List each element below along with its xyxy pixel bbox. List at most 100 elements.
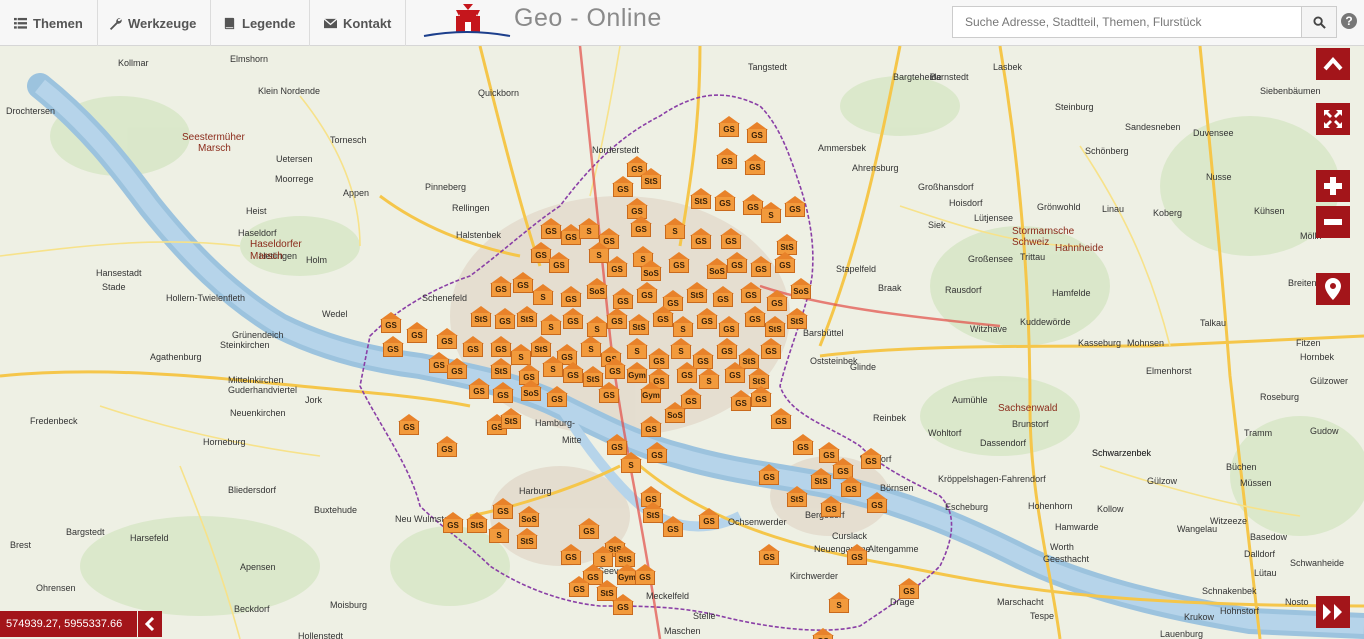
school-marker[interactable]: GS (846, 544, 868, 566)
school-marker[interactable]: StS (786, 308, 808, 330)
school-marker[interactable]: GS (380, 312, 402, 334)
school-marker[interactable]: GS (612, 288, 634, 310)
collapse-coordinates-button[interactable] (138, 611, 162, 637)
school-marker[interactable]: GS (718, 316, 740, 338)
school-marker[interactable]: GS (730, 390, 752, 412)
school-marker[interactable]: GS (598, 382, 620, 404)
school-marker[interactable]: GS (562, 308, 584, 330)
school-marker[interactable]: SoS (790, 278, 812, 300)
nav-legend[interactable]: Legende (209, 0, 311, 46)
nav-tools[interactable]: Werkzeuge (95, 0, 212, 46)
school-marker[interactable]: SoS (520, 380, 542, 402)
school-marker[interactable]: S (620, 452, 642, 474)
school-marker[interactable]: GS (494, 308, 516, 330)
school-marker[interactable]: GS (548, 252, 570, 274)
school-marker[interactable]: GS (406, 322, 428, 344)
school-marker[interactable]: GS (774, 252, 796, 274)
school-marker[interactable]: GS (560, 544, 582, 566)
school-marker[interactable]: GS (436, 328, 458, 350)
school-marker[interactable]: SoS (640, 260, 662, 282)
school-marker[interactable]: StS (764, 316, 786, 338)
school-marker[interactable]: S (510, 344, 532, 366)
school-marker[interactable]: GS (712, 286, 734, 308)
school-marker[interactable]: GS (676, 362, 698, 384)
school-marker[interactable]: GS (724, 362, 746, 384)
school-marker[interactable]: S (580, 336, 602, 358)
school-marker[interactable]: SoS (518, 506, 540, 528)
school-marker[interactable]: GS (840, 476, 862, 498)
school-marker[interactable]: S (578, 218, 600, 240)
school-marker[interactable]: GS (770, 408, 792, 430)
school-marker[interactable]: StS (640, 168, 662, 190)
school-marker[interactable]: GS (716, 338, 738, 360)
school-marker[interactable]: S (540, 314, 562, 336)
collapse-up-button[interactable] (1316, 48, 1350, 80)
expand-panel-button[interactable] (1316, 596, 1350, 628)
school-marker[interactable]: StS (628, 314, 650, 336)
school-marker[interactable]: SoS (586, 278, 608, 300)
map-view[interactable]: Elmshorn Quickborn Tangstedt Bargteheide Las… (0, 46, 1364, 639)
school-marker[interactable]: S (698, 368, 720, 390)
school-marker[interactable]: GS (612, 594, 634, 616)
school-marker[interactable]: GS (758, 464, 780, 486)
school-marker[interactable]: GS (758, 544, 780, 566)
zoom-out-button[interactable] (1316, 206, 1350, 238)
school-marker[interactable]: StS (686, 282, 708, 304)
school-marker[interactable]: GS (612, 176, 634, 198)
school-marker[interactable]: GS (492, 382, 514, 404)
school-marker[interactable]: GS (606, 308, 628, 330)
school-marker[interactable]: StS (786, 486, 808, 508)
school-marker[interactable]: GS (668, 252, 690, 274)
search-button[interactable] (1301, 6, 1337, 38)
school-marker[interactable]: GS (690, 228, 712, 250)
school-marker[interactable]: StS (530, 336, 552, 358)
school-marker[interactable]: S (626, 338, 648, 360)
school-marker[interactable]: StS (470, 306, 492, 328)
school-marker[interactable]: GS (812, 628, 834, 639)
school-marker[interactable]: GS (646, 442, 668, 464)
school-marker[interactable]: S (670, 338, 692, 360)
school-marker[interactable]: GS (766, 290, 788, 312)
school-marker[interactable]: GS (698, 508, 720, 530)
school-marker[interactable]: GS (648, 348, 670, 370)
school-marker[interactable]: S (586, 316, 608, 338)
school-marker[interactable]: GS (792, 434, 814, 456)
school-marker[interactable]: GS (382, 336, 404, 358)
school-marker[interactable]: GS (462, 336, 484, 358)
school-marker[interactable]: GS (820, 496, 842, 518)
school-marker[interactable]: GS (898, 578, 920, 600)
school-marker[interactable]: GS (490, 336, 512, 358)
school-marker[interactable]: GS (750, 386, 772, 408)
school-marker[interactable]: GS (714, 190, 736, 212)
school-marker[interactable]: GS (490, 276, 512, 298)
school-marker[interactable]: GS (860, 448, 882, 470)
school-marker[interactable]: GS (512, 272, 534, 294)
school-marker[interactable]: GS (726, 252, 748, 274)
school-marker[interactable]: S (672, 316, 694, 338)
school-marker[interactable]: S (532, 284, 554, 306)
nav-themes[interactable]: Themen (0, 0, 98, 46)
fullscreen-button[interactable] (1316, 103, 1350, 135)
school-marker[interactable]: GS (562, 362, 584, 384)
search-input[interactable] (952, 6, 1302, 38)
school-marker[interactable]: GS (740, 282, 762, 304)
school-marker[interactable]: GS (446, 358, 468, 380)
school-marker[interactable]: GS (630, 216, 652, 238)
school-marker[interactable]: S (542, 356, 564, 378)
school-marker[interactable]: S (828, 592, 850, 614)
school-marker[interactable]: GS (760, 338, 782, 360)
school-marker[interactable]: GS (746, 122, 768, 144)
school-marker[interactable]: GS (720, 228, 742, 250)
school-marker[interactable]: GS (696, 308, 718, 330)
school-marker[interactable]: GS (866, 492, 888, 514)
school-marker[interactable]: GS (398, 414, 420, 436)
school-marker[interactable]: GS (442, 512, 464, 534)
school-marker[interactable]: GS (652, 306, 674, 328)
school-marker[interactable]: SoS (664, 402, 686, 424)
school-marker[interactable]: GS (540, 218, 562, 240)
school-marker[interactable]: GS (492, 498, 514, 520)
school-marker[interactable]: GS (546, 386, 568, 408)
school-marker[interactable]: StS (466, 512, 488, 534)
school-marker[interactable]: GS (604, 358, 626, 380)
school-marker[interactable]: GS (606, 256, 628, 278)
